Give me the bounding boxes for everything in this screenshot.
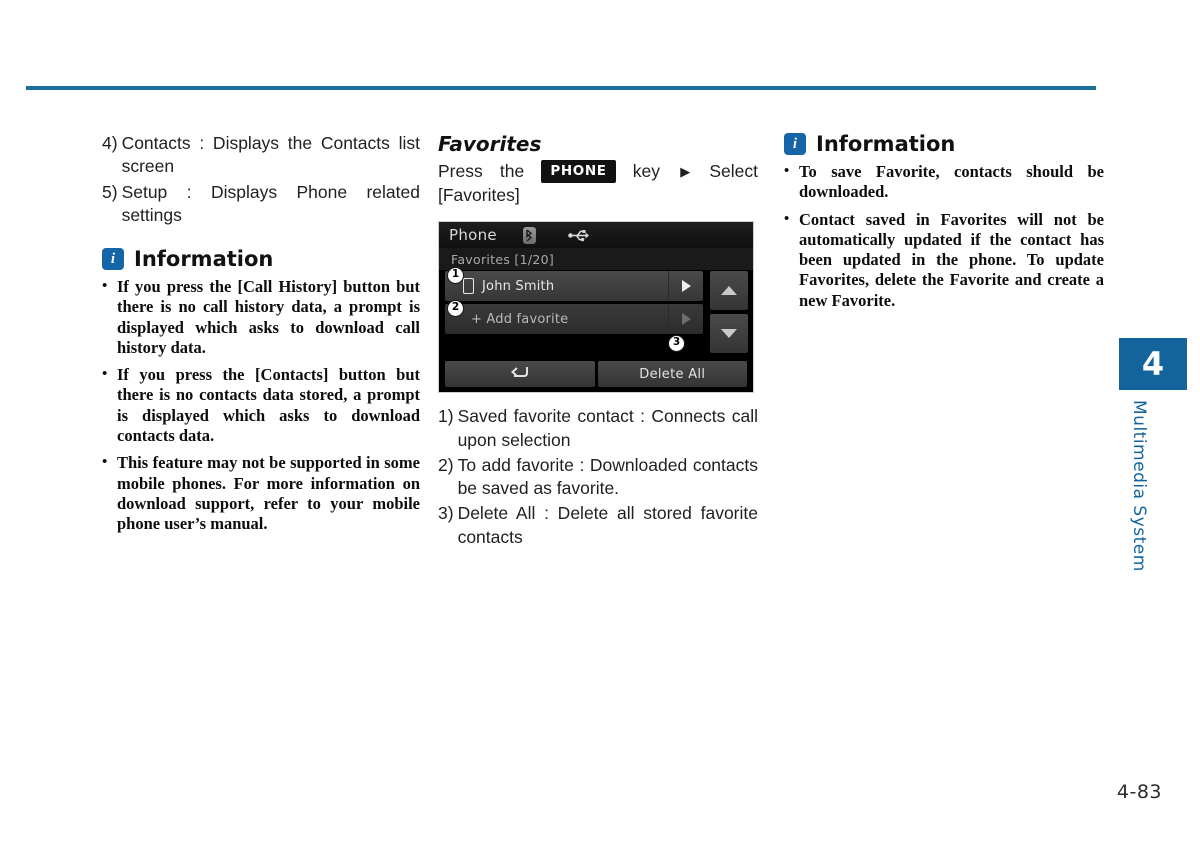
scroll-up-icon[interactable] <box>710 271 748 311</box>
information-title: Information <box>134 247 274 272</box>
bullet-text: If you press the [Contacts] button but t… <box>117 365 420 446</box>
header-rule <box>26 86 1096 90</box>
path-press-word: Press <box>438 161 483 181</box>
information-header: i Information <box>102 247 420 271</box>
list-item-text: Setup : Displays Phone related settings <box>121 181 420 225</box>
callout-3: 3 <box>668 335 685 353</box>
middle-column: Favorites Press the PHONE key ▶ Select [Fa… <box>438 132 758 551</box>
bluetooth-icon <box>522 226 536 244</box>
add-favorite-label: + Add favorite <box>471 311 569 327</box>
list-item-marker: 5) <box>102 181 118 202</box>
device-footer: Delete All <box>445 361 747 388</box>
bullet-dot-icon: • <box>784 163 790 179</box>
bullet-dot-icon: • <box>102 366 108 383</box>
device-header: Phone <box>439 222 753 249</box>
bullet-text: If you press the [Call History] button b… <box>117 277 420 357</box>
middle-numbered-list: 1) Saved favorite contact : Connects cal… <box>438 405 758 549</box>
bullet-text: Contact saved in Favorites will not be a… <box>799 209 1104 310</box>
list-item: 3) Delete All : Delete all stored favori… <box>438 502 758 549</box>
page-number: 4-83 <box>1116 781 1162 803</box>
delete-all-button[interactable]: Delete All <box>597 361 747 388</box>
bullet-text: To save Favorite, contacts should be dow… <box>799 162 1104 202</box>
section-title: Favorites <box>438 132 542 156</box>
information-header: i Information <box>784 132 1104 156</box>
device-subheader: Favorites [1/20] <box>439 248 753 271</box>
bullet-dot-icon: • <box>102 454 108 471</box>
bullet-item: • If you press the [Call History] button… <box>102 277 420 358</box>
navigation-path: Press the PHONE key ▶ Select [Favorites] <box>438 160 758 207</box>
play-arrow-icon[interactable] <box>668 271 703 302</box>
list-item-text: Saved favorite contact : Connects call u… <box>457 406 758 450</box>
add-favorite-row[interactable]: + Add favorite <box>445 304 703 335</box>
path-separator-icon: ▶ <box>680 164 691 180</box>
chapter-tab-label: Multimedia System <box>1129 400 1149 572</box>
left-numbered-list: 4) Contacts : Displays the Contacts list… <box>102 132 420 227</box>
chapter-tab-number: 4 <box>1119 338 1187 390</box>
delete-all-label: Delete All <box>639 366 706 382</box>
favorite-row-john-smith[interactable]: John Smith <box>445 271 703 302</box>
path-target: [Favorites] <box>438 184 520 205</box>
mobile-phone-icon <box>463 278 474 295</box>
list-item: 1) Saved favorite contact : Connects cal… <box>438 405 758 452</box>
list-item: 5) Setup : Displays Phone related settin… <box>102 181 420 228</box>
device-title: Phone <box>449 226 497 245</box>
scroll-down-icon[interactable] <box>710 314 748 354</box>
scrollbar[interactable] <box>710 271 748 357</box>
usb-icon <box>568 229 590 242</box>
information-title: Information <box>816 132 956 156</box>
device-screenshot: Phone Favorites [1/20] John Smith + Add … <box>438 221 754 394</box>
bullet-item: • This feature may not be supported in s… <box>102 453 420 534</box>
list-item: 4) Contacts : Displays the Contacts list… <box>102 132 420 179</box>
play-arrow-icon <box>668 304 703 335</box>
left-column: 4) Contacts : Displays the Contacts list… <box>102 132 420 541</box>
favorites-count-label: Favorites [1/20] <box>451 251 555 267</box>
bullet-item: • If you press the [Contacts] button but… <box>102 365 420 446</box>
favorite-row-label: John Smith <box>482 278 555 294</box>
bullet-text: This feature may not be supported in som… <box>117 453 420 534</box>
favorites-list: John Smith + Add favorite <box>445 271 703 337</box>
list-item-marker: 1) <box>438 406 454 427</box>
bullet-item: • Contact saved in Favorites will not be… <box>784 210 1104 311</box>
list-item-marker: 4) <box>102 133 118 153</box>
right-information-bullets: • To save Favorite, contacts should be d… <box>784 162 1104 311</box>
list-item-text: To add favorite : Downloaded contacts be… <box>457 454 758 499</box>
info-icon: i <box>784 133 806 155</box>
left-information-bullets: • If you press the [Call History] button… <box>102 277 420 534</box>
list-item: 2) To add favorite : Downloaded contacts… <box>438 454 758 501</box>
back-arrow-icon <box>510 365 530 383</box>
list-item-text: Contacts : Displays the Contacts list sc… <box>121 133 420 177</box>
bullet-item: • To save Favorite, contacts should be d… <box>784 162 1104 203</box>
path-the-word: the <box>499 161 525 181</box>
info-icon: i <box>102 248 124 271</box>
list-item-marker: 2) <box>438 454 454 475</box>
bullet-dot-icon: • <box>784 210 790 227</box>
list-item-marker: 3) <box>438 503 454 524</box>
back-button[interactable] <box>445 361 595 388</box>
phone-hard-key[interactable]: PHONE <box>541 160 616 184</box>
right-column: i Information • To save Favorite, contac… <box>784 132 1104 318</box>
path-key-word: key <box>632 161 661 181</box>
path-select-word: Select <box>709 161 758 181</box>
bullet-dot-icon: • <box>102 278 108 295</box>
list-item-text: Delete All : Delete all stored favorite … <box>457 503 758 547</box>
